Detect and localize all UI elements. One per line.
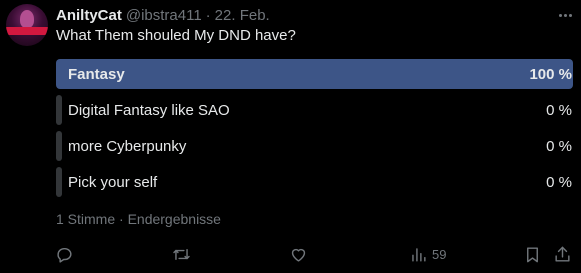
avatar[interactable] — [6, 4, 48, 46]
poll-option-label: Fantasy — [68, 65, 125, 83]
retweet-button[interactable] — [172, 242, 191, 266]
poll-option-percent: 100 % — [529, 65, 572, 83]
views-count: 59 — [432, 246, 447, 262]
display-name[interactable]: AniltyCat — [56, 7, 122, 24]
poll-option-label: Digital Fantasy like SAO — [68, 101, 230, 119]
bookmark-button[interactable] — [523, 242, 542, 266]
more-options-icon[interactable] — [556, 8, 574, 22]
poll-option-label: more Cyberpunky — [68, 137, 187, 155]
reply-icon — [57, 247, 72, 263]
tweet-date[interactable]: 22. Feb. — [215, 7, 270, 24]
poll-option-percent: 0 % — [546, 101, 572, 119]
poll-option-percent: 0 % — [546, 173, 572, 191]
retweet-icon — [173, 248, 190, 260]
views-icon — [412, 247, 426, 262]
poll-option: Pick your self 0 % — [56, 167, 573, 197]
bookmark-icon — [527, 246, 538, 262]
tweet-header: AniltyCat @ibstra411 · 22. Feb. — [56, 5, 270, 25]
poll-meta: 1 Stimme · Endergebnisse — [56, 211, 221, 227]
user-handle[interactable]: @ibstra411 — [126, 7, 202, 24]
poll-option: Fantasy 100 % — [56, 59, 573, 89]
tweet-text: What Them shouled My DND have? — [56, 27, 296, 44]
poll-option-label: Pick your self — [68, 173, 158, 191]
share-button[interactable] — [553, 242, 572, 266]
like-button[interactable] — [289, 242, 308, 266]
like-icon — [291, 248, 306, 262]
poll: Fantasy 100 % Digital Fantasy like SAO 0… — [56, 59, 573, 203]
poll-option-bar — [56, 59, 573, 89]
avatar-band — [6, 27, 48, 35]
poll-option-percent: 0 % — [546, 137, 572, 155]
avatar-figure — [20, 10, 34, 28]
share-icon — [555, 246, 570, 262]
views-button[interactable]: 59 — [409, 242, 446, 266]
poll-option: more Cyberpunky 0 % — [56, 131, 573, 161]
poll-option: Digital Fantasy like SAO 0 % — [56, 95, 573, 125]
tweet-actions: 59 — [0, 242, 581, 266]
header-separator: · — [205, 6, 211, 24]
reply-button[interactable] — [55, 242, 74, 266]
